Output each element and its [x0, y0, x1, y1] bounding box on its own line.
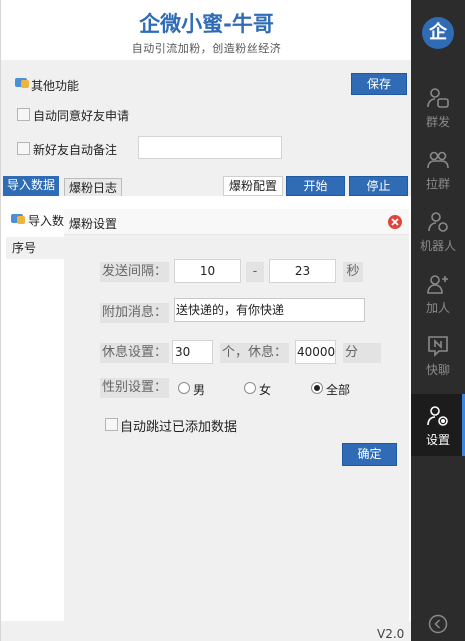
person-settings-icon [427, 406, 448, 426]
main-panel: 企微小蜜-牛哥 自动引流加粉，创造粉丝经济 其他功能 保存 自动同意好友申请 新… [0, 0, 412, 641]
import-data-button[interactable]: 导入数 [28, 212, 64, 229]
gender-all-label: 全部 [326, 383, 351, 397]
app-title: 企微小蜜-牛哥 [139, 12, 274, 36]
sidebar-label-robot: 机器人 [419, 239, 456, 253]
rest-label: 休息设置： [100, 343, 170, 363]
save-button[interactable]: 保存 [351, 73, 407, 95]
rest-mid-label: 个，休息： [220, 343, 290, 363]
rest-duration-input[interactable]: 40000 [295, 340, 336, 364]
gender-label: 性别设置： [100, 378, 170, 398]
robot-person-icon [428, 212, 448, 232]
gender-female-label: 女 [259, 383, 272, 397]
other-functions-title: 其他功能 [31, 79, 80, 93]
dialog-title-bar: 爆粉设置 [64, 209, 409, 235]
sidebar-item-mass-send[interactable]: 群发 [411, 76, 465, 138]
person-chat-icon [427, 88, 449, 108]
interval-min-input[interactable]: 10 [174, 259, 241, 283]
sidebar-item-robot[interactable]: 机器人 [411, 200, 465, 262]
message-input[interactable]: 送快递的，有你快递 [174, 298, 365, 322]
sidebar-label-add-person: 加人 [425, 301, 450, 315]
skip-added-checkbox[interactable] [105, 418, 118, 431]
powder-config-button[interactable]: 爆粉配置 [223, 176, 283, 196]
close-icon[interactable] [388, 215, 402, 229]
rest-unit: 分 [343, 343, 381, 363]
auto-accept-label: 自动同意好友申请 [33, 109, 130, 123]
gender-all-radio[interactable] [311, 382, 323, 394]
tab-import-data[interactable]: 导入数据 [3, 176, 60, 196]
dialog-title: 爆粉设置 [69, 217, 118, 231]
sidebar-label-mass-send: 群发 [425, 115, 450, 129]
app-logo: 企 [422, 17, 454, 49]
interval-label: 发送间隔： [100, 262, 170, 282]
sidebar-label-pull-group: 拉群 [425, 177, 450, 191]
interval-separator: - [246, 262, 264, 282]
version-label: V2.0 [377, 627, 405, 641]
confirm-button[interactable]: 确定 [342, 443, 397, 466]
rest-count-input[interactable]: 30 [172, 340, 213, 364]
sidebar-label-settings: 设置 [425, 433, 450, 447]
other-functions-icon [14, 76, 30, 90]
auto-remark-checkbox[interactable] [17, 142, 30, 155]
skip-added-label: 自动跳过已添加数据 [120, 420, 238, 435]
auto-remark-input[interactable] [138, 136, 282, 159]
powder-settings-dialog: 爆粉设置 发送间隔： 10 - 23 秒 附加消息： 送快递的，有你快递 休息设… [64, 209, 409, 621]
collapse-icon[interactable] [428, 614, 448, 634]
auto-remark-label: 新好友自动备注 [33, 143, 118, 157]
group-icon [427, 151, 449, 169]
gender-male-radio[interactable] [178, 382, 190, 394]
sidebar-item-pull-group[interactable]: 拉群 [411, 138, 465, 200]
auto-accept-checkbox[interactable] [17, 108, 30, 121]
interval-max-input[interactable]: 23 [269, 259, 336, 283]
gender-male-label: 男 [193, 383, 206, 397]
sidebar: 企 群发 拉群 机器人 加人 快聊 设置 [411, 0, 465, 641]
quick-chat-icon [428, 336, 448, 357]
sidebar-item-settings[interactable]: 设置 [411, 394, 465, 456]
interval-unit: 秒 [343, 262, 363, 282]
sidebar-item-add-person[interactable]: 加人 [411, 262, 465, 324]
start-button[interactable]: 开始 [286, 176, 345, 196]
sidebar-label-quick-chat: 快聊 [425, 363, 450, 377]
add-person-icon [427, 275, 448, 294]
sidebar-item-quick-chat[interactable]: 快聊 [411, 324, 465, 386]
column-header-seq: 序号 [6, 237, 64, 259]
stop-button[interactable]: 停止 [349, 176, 408, 196]
import-data-icon [10, 212, 26, 226]
gender-female-radio[interactable] [244, 382, 256, 394]
app-header: 企微小蜜-牛哥 自动引流加粉，创造粉丝经济 [1, 0, 412, 60]
tab-powder-log[interactable]: 爆粉日志 [64, 178, 123, 198]
message-label: 附加消息： [100, 303, 170, 323]
app-subtitle: 自动引流加粉，创造粉丝经济 [131, 42, 282, 55]
